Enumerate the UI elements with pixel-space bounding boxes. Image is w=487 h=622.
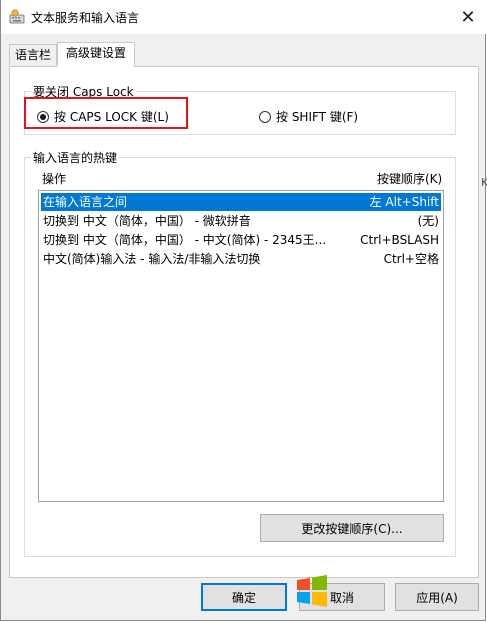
close-icon: ✕ [460,6,476,28]
list-item-action: 切换到 中文（简体，中国） - 微软拼音 [43,214,251,228]
radio-shift-label: 按 SHIFT 键(F) [276,110,359,124]
hotkey-list[interactable]: 在输入语言之间 左 Alt+Shift 切换到 中文（简体，中国） - 微软拼音… [38,190,444,502]
list-item-sequence: Ctrl+空格 [383,252,439,266]
column-header-action: 操作 [42,172,67,186]
list-item-action: 在输入语言之间 [43,195,128,209]
list-item-action: 切换到 中文（简体，中国） - 中文(简体) - 2345王... [43,233,327,247]
list-item[interactable]: 切换到 中文（简体，中国） - 微软拼音 (无) [41,212,441,230]
change-key-sequence-button[interactable]: 更改按键顺序(C)... [260,514,444,542]
list-item[interactable]: 在输入语言之间 左 Alt+Shift [41,193,441,211]
ok-button[interactable]: 确定 [201,583,287,611]
windows-logo-icon [297,575,327,607]
annotation-highlight-box [24,97,188,129]
watermark [293,568,485,618]
list-item-action: 中文(简体)输入法 - 输入法/非输入法切换 [43,252,261,266]
window-title: 文本服务和输入语言 [31,11,140,25]
hotkey-group-legend: 输入语言的热键 [31,149,120,166]
list-item-sequence: Ctrl+BSLASH [360,233,439,247]
radio-shift-key[interactable]: 按 SHIFT 键(F) [259,108,358,125]
radio-unchecked-icon[interactable] [259,110,271,123]
column-header-key-sequence: 按键顺序(K) [377,172,443,186]
close-button[interactable]: ✕ [453,2,483,32]
dialog-window: 文本服务和输入语言 ✕ 语言栏 高级键设置 要关闭 Caps Lock 按 CA… [0,0,487,621]
list-item[interactable]: 中文(简体)输入法 - 输入法/非输入法切换 Ctrl+空格 [41,250,441,268]
offscreen-fragment: K [481,176,487,189]
list-item-sequence: 左 Alt+Shift [369,195,439,209]
tab-advanced-key-settings[interactable]: 高级键设置 [57,42,135,67]
tab-language-bar[interactable]: 语言栏 [9,44,57,65]
keyboard-globe-icon [9,9,25,24]
list-item-sequence: (无) [417,214,439,228]
title-bar: 文本服务和输入语言 ✕ [1,0,487,34]
list-item[interactable]: 切换到 中文（简体，中国） - 中文(简体) - 2345王... Ctrl+B… [41,231,441,249]
